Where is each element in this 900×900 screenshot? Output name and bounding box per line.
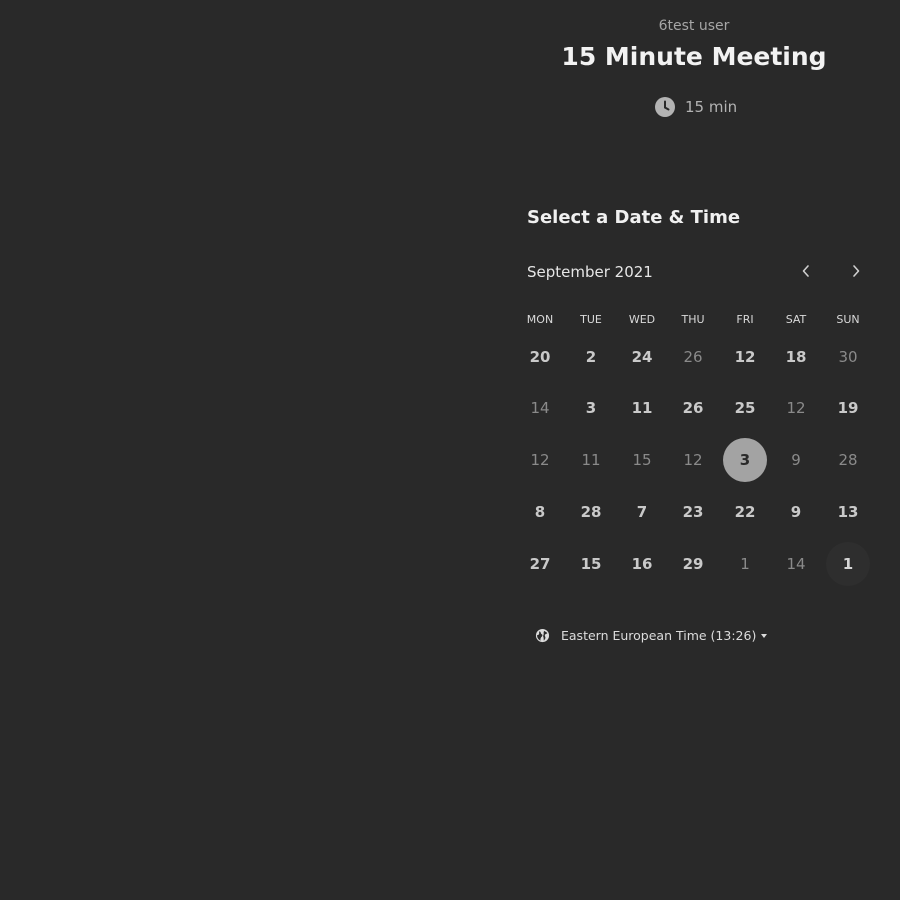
calendar-day: 30 [838,348,858,366]
chevron-right-icon [851,263,861,282]
calendar-day[interactable]: 8 [518,490,562,534]
calendar-day: 26 [683,348,703,366]
host-name: 6test user [658,18,730,34]
weekday-label: WED [628,313,656,326]
calendar-day: 12 [683,451,703,469]
month-label: September 2021 [527,263,653,281]
weekday-label: THU [681,313,705,326]
picker-title: Select a Date & Time [527,207,741,228]
calendar-day[interactable]: 27 [518,542,562,586]
weekday-label: SAT [785,313,807,326]
calendar-day[interactable]: 13 [826,490,870,534]
calendar-day[interactable]: 28 [569,490,613,534]
event-title: 15 Minute Meeting [561,42,827,71]
duration-label: 15 min [685,98,738,116]
calendar-day[interactable]: 12 [723,335,767,379]
weekday-label: FRI [736,313,754,326]
globe-icon [535,628,550,643]
event-duration: 15 min [655,96,737,118]
calendar-day: 15 [632,451,652,469]
calendar-day[interactable]: 26 [671,386,715,430]
next-month-button[interactable] [844,260,868,284]
weekday-label: TUE [580,313,602,326]
weekday-label: SUN [836,313,860,326]
calendar-day: 14 [786,555,806,573]
calendar-day: 14 [530,399,550,417]
calendar-day[interactable]: 23 [671,490,715,534]
calendar-day[interactable]: 22 [723,490,767,534]
calendar-day[interactable]: 29 [671,542,715,586]
selected-day[interactable]: 3 [723,438,767,482]
calendar-day[interactable]: 9 [774,490,818,534]
calendar-day[interactable]: 20 [518,335,562,379]
timezone-selector[interactable]: Eastern European Time (13:26) [535,625,768,645]
calendar-day[interactable]: 19 [826,386,870,430]
weekday-label: MON [526,313,554,326]
booking-page: 6test user 15 Minute Meeting 15 min Sele… [0,0,900,900]
calendar-day[interactable]: 7 [620,490,664,534]
calendar-day: 1 [740,555,750,573]
calendar-day[interactable]: 1 [826,542,870,586]
calendar-day[interactable]: 24 [620,335,664,379]
calendar-day[interactable]: 16 [620,542,664,586]
calendar-day[interactable]: 2 [569,335,613,379]
clock-icon [655,97,675,117]
calendar-day[interactable]: 18 [774,335,818,379]
calendar-day: 11 [581,451,601,469]
prev-month-button[interactable] [794,260,818,284]
chevron-left-icon [801,263,811,282]
calendar-day[interactable]: 15 [569,542,613,586]
calendar-day: 12 [786,399,806,417]
calendar-day: 28 [838,451,858,469]
caret-down-icon [761,633,768,638]
calendar-day[interactable]: 25 [723,386,767,430]
timezone-label: Eastern European Time (13:26) [561,627,757,643]
calendar-day: 12 [530,451,550,469]
calendar-day[interactable]: 11 [620,386,664,430]
calendar-day[interactable]: 3 [569,386,613,430]
calendar-day: 9 [791,451,801,469]
